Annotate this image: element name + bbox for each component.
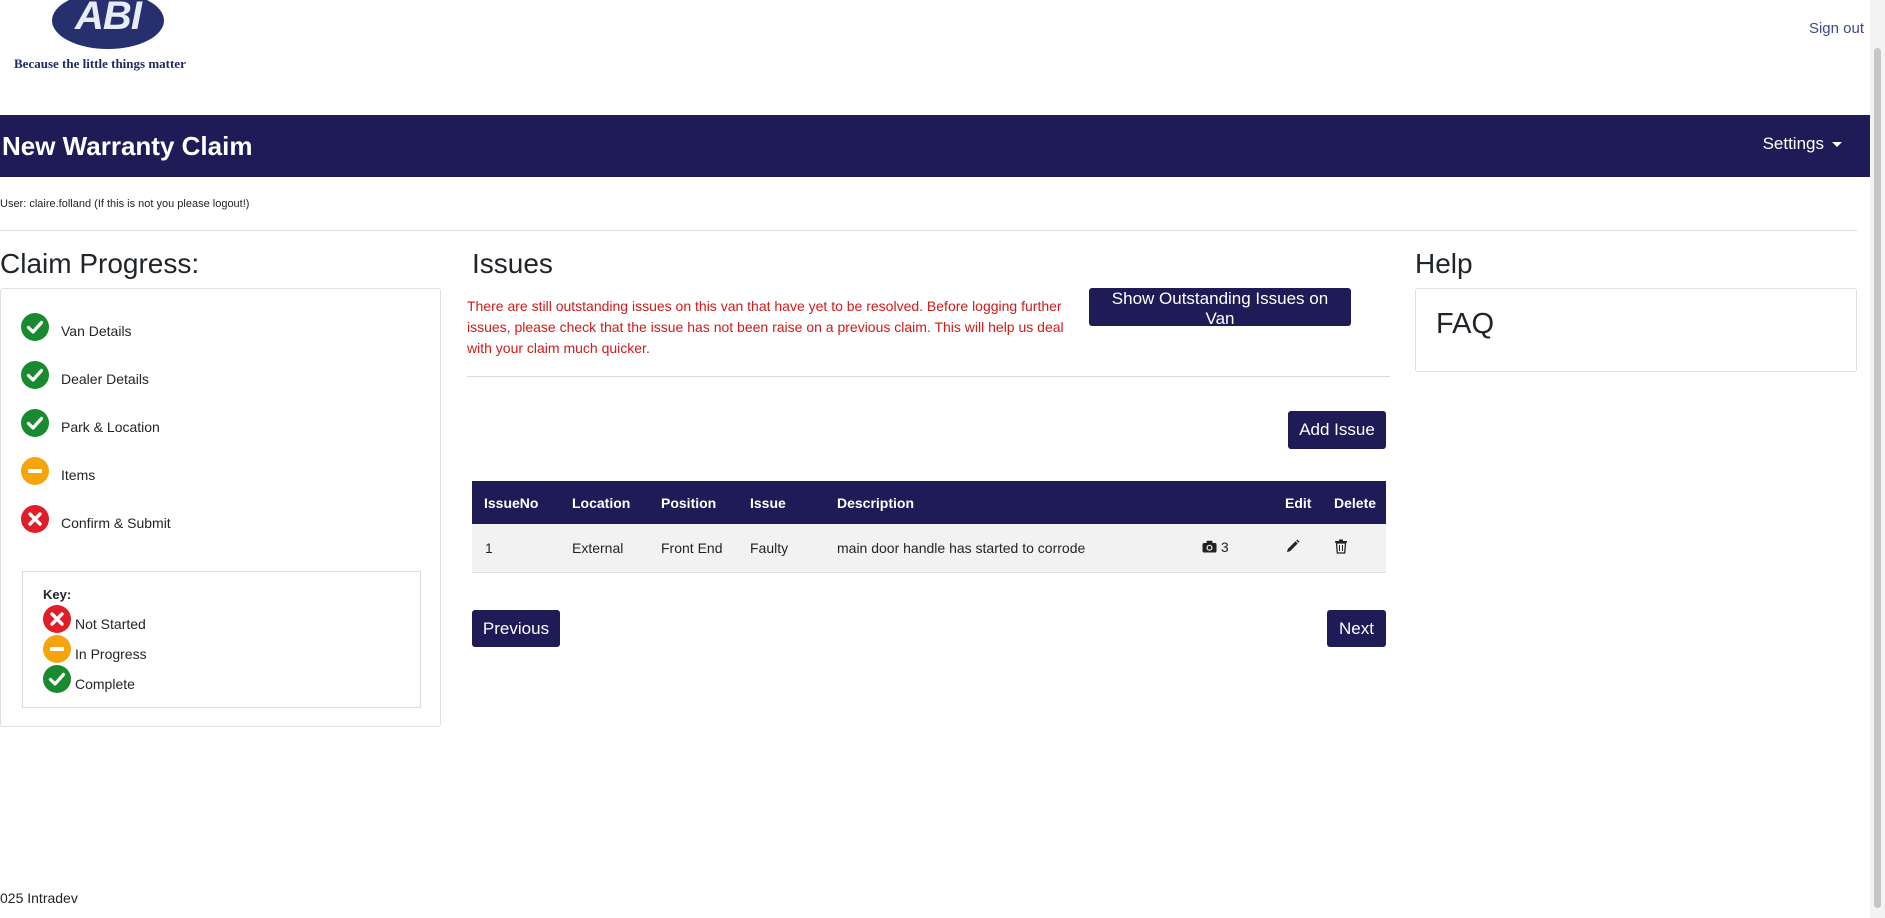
help-title: Help bbox=[1415, 248, 1473, 279]
cell-issue: Faulty bbox=[750, 540, 789, 556]
column-header[interactable]: Issue bbox=[750, 495, 786, 511]
column-header: Delete bbox=[1334, 495, 1377, 511]
column-header[interactable]: Position bbox=[661, 495, 716, 511]
check-icon bbox=[21, 409, 49, 437]
step-label: Confirm & Submit bbox=[61, 515, 171, 531]
previous-button[interactable]: Previous bbox=[472, 610, 560, 647]
show-outstanding-issues-button[interactable]: Show Outstanding Issues on Van bbox=[1089, 288, 1351, 328]
delete-trash-icon[interactable] bbox=[1334, 539, 1348, 557]
camera-icon bbox=[1202, 540, 1217, 553]
key-label: In Progress bbox=[75, 646, 147, 662]
faq-link[interactable]: FAQ bbox=[1436, 308, 1494, 341]
cell-description: main door handle has started to corrode bbox=[837, 540, 1086, 556]
footer-copyright: 025 Intradev bbox=[0, 890, 78, 906]
sign-out-link[interactable]: Sign out bbox=[1809, 20, 1864, 37]
column-header[interactable]: IssueNo bbox=[484, 495, 538, 511]
divider bbox=[0, 230, 1857, 231]
settings-dropdown[interactable]: Settings bbox=[1763, 134, 1842, 154]
claim-progress-title: Claim Progress: bbox=[0, 248, 200, 279]
step-label: Park & Location bbox=[61, 419, 160, 435]
check-icon bbox=[21, 313, 49, 341]
logo-tagline: Because the little things matter bbox=[14, 56, 186, 71]
column-header[interactable]: Description bbox=[837, 495, 914, 511]
help-panel: FAQ bbox=[1415, 288, 1857, 372]
scrollbar-thumb[interactable] bbox=[1874, 48, 1881, 908]
cell-location: External bbox=[572, 540, 624, 556]
key-title: Key: bbox=[43, 587, 72, 602]
claim-progress-panel: Van Details Dealer Details Park & Locati… bbox=[0, 288, 441, 727]
user-info: User: claire.folland (If this is not you… bbox=[0, 198, 250, 210]
status-key: Key: Not Started In Progress Complete bbox=[22, 571, 421, 708]
page-title: New Warranty Claim bbox=[2, 131, 253, 161]
cross-icon bbox=[43, 605, 71, 633]
add-issue-button[interactable]: Add Issue bbox=[1288, 411, 1386, 449]
logo-text: ABI bbox=[75, 0, 142, 38]
outstanding-issues-warning: There are still outstanding issues on th… bbox=[467, 298, 1064, 356]
step-label: Dealer Details bbox=[61, 371, 149, 387]
minus-icon bbox=[21, 457, 49, 485]
abi-logo[interactable]: ABI Because the little things matter bbox=[10, 0, 210, 75]
next-button[interactable]: Next bbox=[1327, 610, 1386, 647]
divider bbox=[467, 376, 1390, 377]
navbar: New Warranty Claim Settings bbox=[0, 115, 1872, 177]
photo-count: 3 bbox=[1220, 539, 1229, 555]
photos-link[interactable]: 3 bbox=[1202, 539, 1229, 555]
check-icon bbox=[43, 665, 71, 693]
cell-issue-no: 1 bbox=[485, 540, 493, 556]
caret-down-icon bbox=[1832, 142, 1842, 148]
column-header[interactable]: Location bbox=[572, 495, 630, 511]
step-label: Van Details bbox=[61, 323, 132, 339]
key-label: Complete bbox=[75, 676, 135, 692]
edit-pencil-icon[interactable] bbox=[1285, 539, 1300, 557]
key-label: Not Started bbox=[75, 616, 146, 632]
issues-title: Issues bbox=[472, 248, 553, 279]
minus-icon bbox=[43, 635, 71, 663]
step-label: Items bbox=[61, 467, 96, 483]
table-row: 1 External Front End Faulty main door ha… bbox=[472, 524, 1386, 573]
column-header: Edit bbox=[1285, 495, 1312, 511]
settings-label: Settings bbox=[1762, 134, 1824, 153]
issues-table: IssueNo Location Position Issue Descript… bbox=[472, 481, 1386, 573]
check-icon bbox=[21, 361, 49, 389]
table-header: IssueNo Location Position Issue Descript… bbox=[472, 481, 1386, 524]
page-scrollbar[interactable] bbox=[1870, 0, 1885, 918]
cross-icon bbox=[21, 505, 49, 533]
cell-position: Front End bbox=[661, 540, 723, 556]
